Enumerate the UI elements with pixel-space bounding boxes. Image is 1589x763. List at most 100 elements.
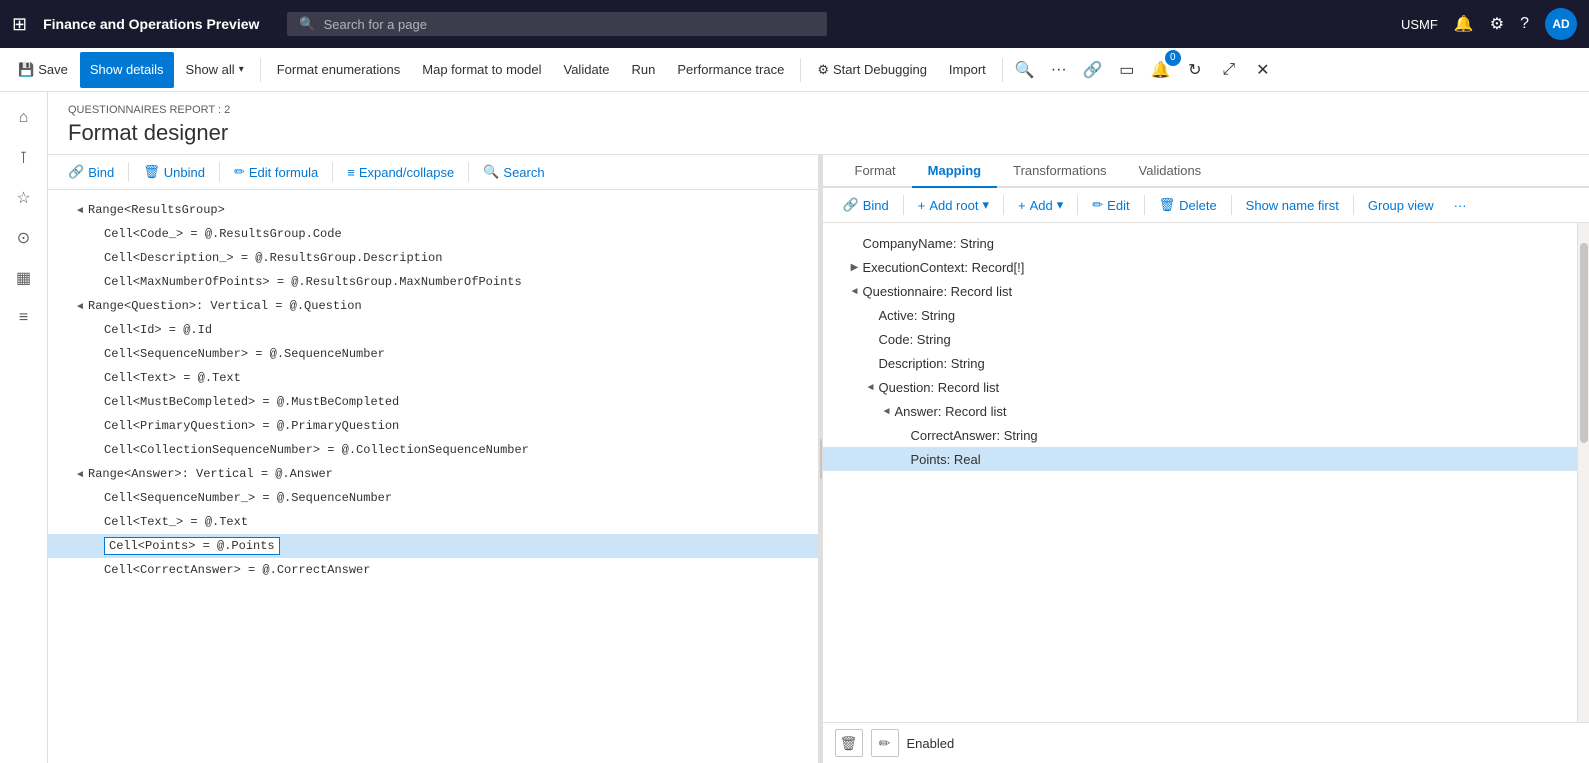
tree-row[interactable]: ◄ Range<Question>: Vertical = @.Question [48, 294, 818, 318]
save-button[interactable]: 💾 Save [8, 52, 78, 88]
notification-icon-wrap: 🔔 0 [1145, 54, 1177, 86]
run-button[interactable]: Run [622, 52, 666, 88]
tab-validations[interactable]: Validations [1123, 155, 1218, 188]
more-options-button[interactable]: ··· [1446, 195, 1475, 216]
mapping-toolbar: 🔗 Bind + Add root ▾ + Add ▾ [823, 188, 1589, 223]
tree-row[interactable]: Cell<Code_> = @.ResultsGroup.Code [48, 222, 818, 246]
tree-row[interactable]: Cell<CollectionSequenceNumber> = @.Colle… [48, 438, 818, 462]
tab-format[interactable]: Format [839, 155, 912, 188]
bind-link-icon: 🔗 [843, 197, 859, 213]
tree-row[interactable]: Cell<Id> = @.Id [48, 318, 818, 342]
bind-button[interactable]: 🔗 Bind [60, 161, 122, 183]
performance-trace-button[interactable]: Performance trace [667, 52, 794, 88]
map-format-to-model-button[interactable]: Map format to model [412, 52, 551, 88]
tree-toggle-icon[interactable]: ▶ [847, 262, 863, 273]
mapping-bind-button[interactable]: 🔗 Bind [835, 194, 897, 216]
tree-row[interactable]: Cell<Text_> = @.Text [48, 510, 818, 534]
mapping-row[interactable]: Description: String [823, 351, 1578, 375]
expand-icon[interactable]: ⤢ [1213, 54, 1245, 86]
page-header: QUESTIONNAIRES REPORT : 2 Format designe… [48, 92, 1589, 155]
tree-toggle-icon[interactable]: ◄ [72, 205, 88, 216]
refresh-icon[interactable]: ↻ [1179, 54, 1211, 86]
tree-toggle-icon[interactable]: ◄ [72, 301, 88, 312]
group-view-button[interactable]: Group view [1360, 195, 1442, 216]
search-button[interactable]: 🔍 Search [475, 161, 552, 183]
import-button[interactable]: Import [939, 52, 996, 88]
global-search-input[interactable] [324, 17, 816, 32]
tree-row[interactable]: Cell<PrimaryQuestion> = @.PrimaryQuestio… [48, 414, 818, 438]
sidebar-workspace-icon[interactable]: ▦ [6, 260, 42, 296]
show-all-caret-icon: ▾ [239, 64, 244, 75]
mapping-row[interactable]: CorrectAnswer: String [823, 423, 1578, 447]
add-root-button[interactable]: + Add root ▾ [910, 194, 997, 216]
tree-row[interactable]: Cell<SequenceNumber_> = @.SequenceNumber [48, 486, 818, 510]
tree-toggle-icon[interactable]: ◄ [863, 382, 879, 393]
main-layout: ⌂ ⊺ ☆ ⊙ ▦ ≡ QUESTIONNAIRES REPORT : 2 Fo… [0, 92, 1589, 763]
tree-row[interactable]: Cell<MaxNumberOfPoints> = @.ResultsGroup… [48, 270, 818, 294]
show-name-first-button[interactable]: Show name first [1238, 195, 1347, 216]
mapping-row[interactable]: ◄ Question: Record list [823, 375, 1578, 399]
toolbar-separator-1 [260, 58, 261, 82]
start-debugging-button[interactable]: ⚙ Start Debugging [807, 52, 937, 88]
tree-row[interactable]: ◄ Range<Answer>: Vertical = @.Answer [48, 462, 818, 486]
settings-gear-icon[interactable]: ⚙ [1490, 14, 1504, 34]
panel-splitter[interactable] [819, 155, 823, 763]
mapping-row[interactable]: Code: String [823, 327, 1578, 351]
bind-icon: 🔗 [68, 164, 84, 180]
validate-button[interactable]: Validate [554, 52, 620, 88]
mapping-row-selected[interactable]: Points: Real [823, 447, 1578, 471]
ellipsis-button[interactable]: ··· [1043, 54, 1075, 86]
app-grid-icon[interactable]: ⊞ [12, 14, 27, 35]
tab-mapping[interactable]: Mapping [912, 155, 997, 188]
sidebar-filter-icon[interactable]: ⊺ [6, 140, 42, 176]
tree-toggle-icon[interactable]: ◄ [72, 469, 88, 480]
sidebar-home-icon[interactable]: ⌂ [6, 100, 42, 136]
sidebar-toggle-icon[interactable]: ▭ [1111, 54, 1143, 86]
edit-formula-button[interactable]: ✏ Edit formula [226, 161, 326, 183]
edit-icon: ✏ [234, 164, 245, 180]
unbind-button[interactable]: 🗑 Unbind [135, 161, 213, 183]
mapping-footer: 🗑 ✏ Enabled [823, 722, 1589, 763]
sidebar-modules-icon[interactable]: ≡ [6, 300, 42, 336]
mapping-row[interactable]: CompanyName: String [823, 231, 1578, 255]
edit-button[interactable]: ✏ Edit [1084, 194, 1137, 216]
tree-toggle-icon[interactable]: ◄ [847, 286, 863, 297]
scrollbar[interactable] [1577, 223, 1589, 722]
mapping-row[interactable]: ▶ ExecutionContext: Record[!] [823, 255, 1578, 279]
show-all-button[interactable]: Show all ▾ [176, 52, 254, 88]
tree-row[interactable]: Cell<CorrectAnswer> = @.CorrectAnswer [48, 558, 818, 582]
mapping-row[interactable]: ◄ Answer: Record list [823, 399, 1578, 423]
add-button[interactable]: + Add ▾ [1010, 194, 1071, 216]
global-search-box[interactable]: 🔍 [287, 12, 827, 36]
avatar[interactable]: AD [1545, 8, 1577, 40]
help-icon[interactable]: ? [1520, 15, 1529, 33]
sidebar-favorites-icon[interactable]: ☆ [6, 180, 42, 216]
show-details-button[interactable]: Show details [80, 52, 174, 88]
delete-button[interactable]: 🗑 Delete [1151, 194, 1225, 216]
format-tree: ◄ Range<ResultsGroup> Cell<Code_> = @.Re… [48, 190, 818, 763]
footer-delete-button[interactable]: 🗑 [835, 729, 863, 757]
tree-row[interactable]: ◄ Range<ResultsGroup> [48, 198, 818, 222]
delete-icon: 🗑 [840, 735, 858, 752]
tree-row-selected[interactable]: Cell<Points> = @.Points [48, 534, 818, 558]
footer-edit-button[interactable]: ✏ [871, 729, 899, 757]
tree-row[interactable]: Cell<Text> = @.Text [48, 366, 818, 390]
expand-collapse-button[interactable]: ≡ Expand/collapse [339, 162, 462, 183]
mapping-row[interactable]: Active: String [823, 303, 1578, 327]
mapping-tree: CompanyName: String ▶ ExecutionContext: … [823, 223, 1578, 722]
search-toolbar-icon[interactable]: 🔍 [1009, 54, 1041, 86]
notification-bell-icon[interactable]: 🔔 [1454, 14, 1474, 34]
scrollbar-thumb[interactable] [1580, 243, 1588, 443]
panel-sep-3 [332, 162, 333, 182]
tree-toggle-icon[interactable]: ◄ [879, 406, 895, 417]
tab-transformations[interactable]: Transformations [997, 155, 1122, 188]
close-icon[interactable]: ✕ [1247, 54, 1279, 86]
tree-row[interactable]: Cell<Description_> = @.ResultsGroup.Desc… [48, 246, 818, 270]
tree-row[interactable]: Cell<MustBeCompleted> = @.MustBeComplete… [48, 390, 818, 414]
sidebar-recent-icon[interactable]: ⊙ [6, 220, 42, 256]
format-enumerations-button[interactable]: Format enumerations [267, 52, 411, 88]
edit-icon: ✏ [879, 735, 891, 752]
link-icon[interactable]: 🔗 [1077, 54, 1109, 86]
mapping-row[interactable]: ◄ Questionnaire: Record list [823, 279, 1578, 303]
tree-row[interactable]: Cell<SequenceNumber> = @.SequenceNumber [48, 342, 818, 366]
